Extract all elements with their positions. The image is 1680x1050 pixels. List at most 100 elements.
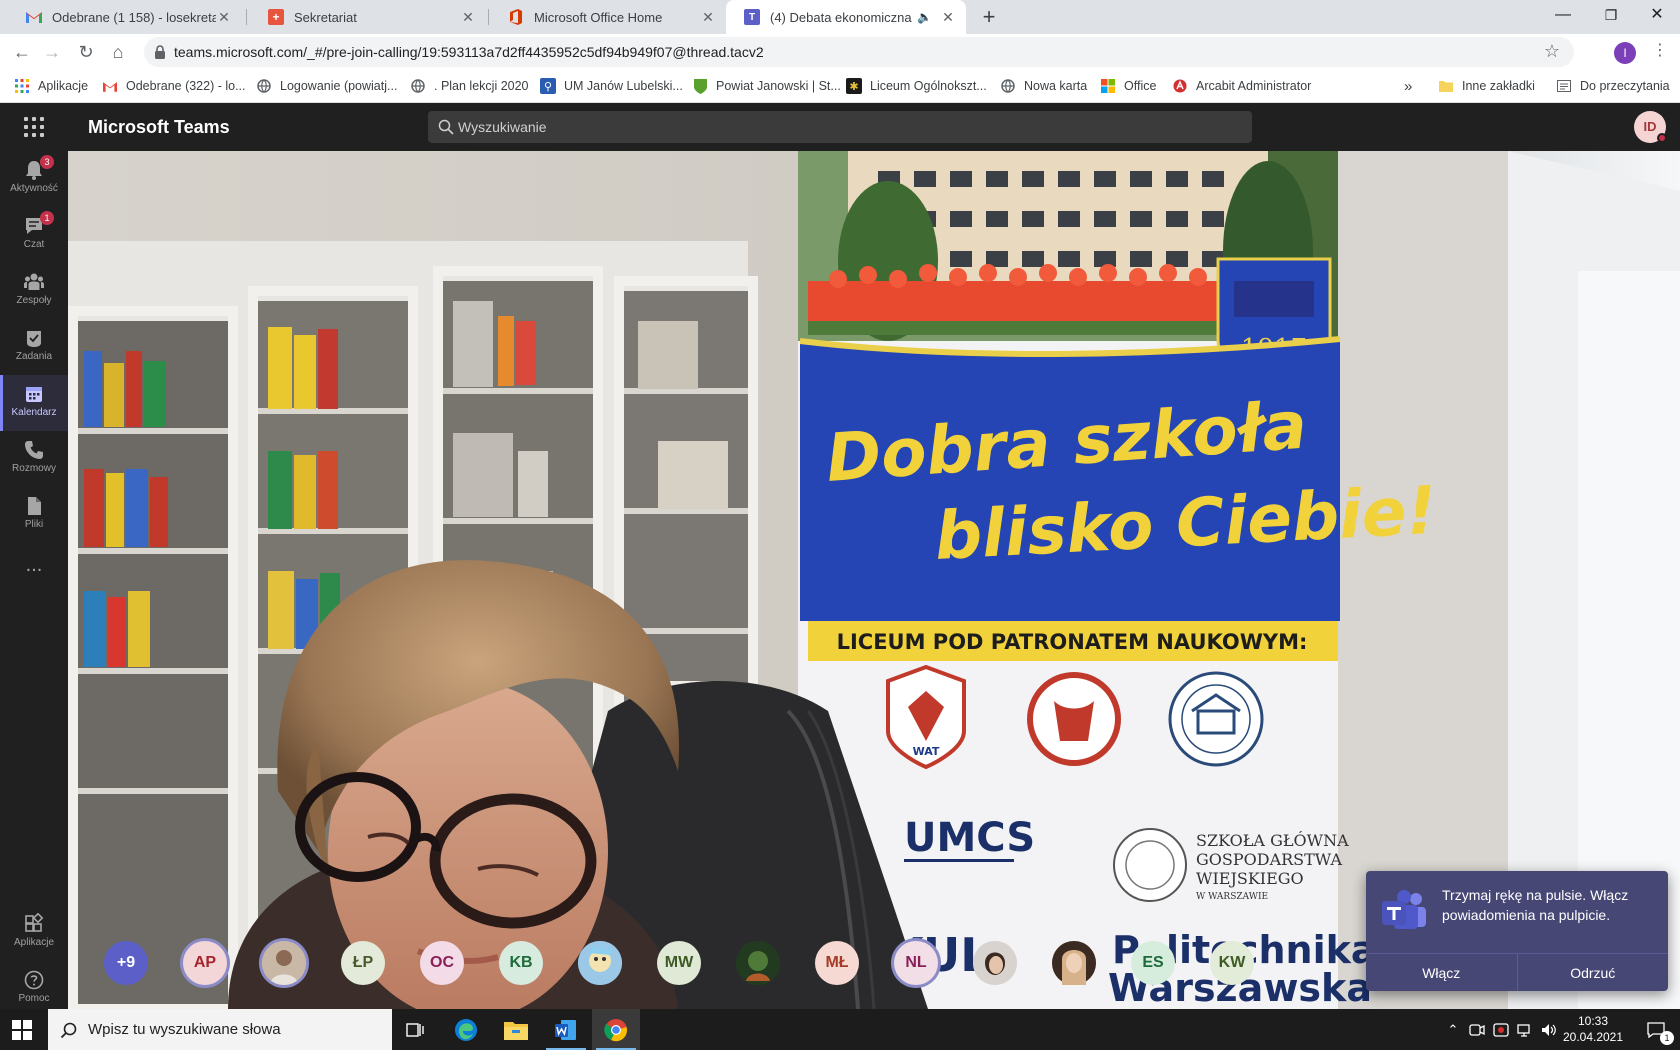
globe-icon — [256, 78, 272, 94]
participant-avatar[interactable]: MW — [657, 941, 701, 985]
profile-avatar[interactable]: I — [1614, 42, 1636, 64]
tab-office[interactable]: Microsoft Office Home ✕ — [490, 0, 726, 34]
search-icon — [438, 119, 454, 135]
bookmark-arcabit[interactable]: Arcabit Administrator — [1172, 70, 1311, 102]
new-tab-button[interactable]: + — [976, 4, 1002, 30]
rail-item-aktywnosc[interactable]: 3 Aktywność — [0, 151, 68, 207]
app-title: Microsoft Teams — [88, 117, 230, 137]
network-icon[interactable] — [1514, 1009, 1536, 1050]
close-tab-icon[interactable]: ✕ — [940, 9, 956, 26]
rail-item-zadania[interactable]: Zadania — [0, 319, 68, 375]
bookmark-nowa-karta[interactable]: Nowa karta — [1000, 70, 1087, 102]
participant-avatar[interactable]: NL — [894, 941, 938, 985]
taskbar-clock[interactable]: 10:33 20.04.2021 — [1556, 1013, 1630, 1045]
school-icon: ✱ — [846, 78, 862, 94]
forward-arrow-icon[interactable]: → — [38, 38, 66, 66]
bookmark-powiat-janowski[interactable]: Powiat Janowski | St... — [692, 70, 841, 102]
task-view-icon[interactable] — [392, 1009, 440, 1050]
bookmark-inne-zakladki[interactable]: Inne zakładki — [1438, 70, 1535, 102]
windows-start-icon[interactable] — [12, 1020, 32, 1040]
participant-avatar[interactable]: AP — [183, 941, 227, 985]
participant-avatar[interactable]: MŁ — [815, 941, 859, 985]
participant-photo[interactable] — [578, 941, 622, 985]
file-icon — [28, 497, 41, 515]
minimize-icon[interactable]: — — [1540, 0, 1586, 30]
bookmark-um-janow[interactable]: ⚲ UM Janów Lubelski... — [540, 70, 683, 102]
app-launcher-icon[interactable] — [24, 117, 44, 137]
edge-icon[interactable] — [442, 1009, 490, 1050]
bookmark-label: Logowanie (powiatj... — [280, 79, 398, 93]
teams-header: Microsoft Teams ID — [0, 103, 1680, 151]
close-tab-icon[interactable]: ✕ — [700, 9, 716, 26]
bookmark-liceum[interactable]: ✱ Liceum Ogólnokszt... — [846, 70, 987, 102]
sggw-line1: SZKOŁA GŁÓWNA — [1196, 830, 1349, 850]
teams-search-box[interactable] — [428, 111, 1252, 143]
action-center-icon[interactable]: 1 — [1636, 1009, 1676, 1050]
reload-icon[interactable]: ↻ — [72, 38, 100, 66]
search-input[interactable] — [458, 111, 1238, 143]
umcs-logo: UMCS — [904, 815, 1035, 862]
back-arrow-icon[interactable]: ← — [8, 38, 36, 66]
tab-teams-active[interactable]: T (4) Debata ekonomiczna w ra 🔈 ✕ — [726, 0, 966, 34]
participant-overflow-button[interactable]: +9 — [104, 941, 148, 985]
participant-avatar[interactable]: KW — [1210, 941, 1254, 985]
rail-item-rozmowy[interactable]: Rozmowy — [0, 431, 68, 487]
rail-label: Kalendarz — [11, 407, 57, 418]
antivirus-icon[interactable] — [1490, 1009, 1512, 1050]
meet-now-icon[interactable] — [1466, 1009, 1488, 1050]
file-explorer-icon[interactable] — [492, 1009, 540, 1050]
home-icon[interactable]: ⌂ — [104, 38, 132, 66]
app-rail: 3 Aktywność 1 Czat Zespoły Zadania Kalen… — [0, 151, 68, 1009]
rail-item-kalendarz[interactable]: Kalendarz — [0, 375, 68, 431]
chrome-icon[interactable] — [592, 1009, 640, 1050]
user-avatar[interactable]: ID — [1634, 111, 1667, 143]
restore-icon[interactable]: ❐ — [1588, 0, 1634, 30]
office-icon — [508, 9, 524, 25]
tray-overflow-icon[interactable]: ⌃ — [1442, 1009, 1464, 1050]
browser-tab-strip: Odebrane (1 158) - losekretariat@ ✕ + Se… — [0, 0, 1680, 34]
tab-gmail[interactable]: Odebrane (1 158) - losekretariat@ ✕ — [8, 0, 242, 34]
rail-item-zespoly[interactable]: Zespoły — [0, 263, 68, 319]
apps-icon — [25, 913, 44, 932]
speaker-icon[interactable]: 🔈 — [917, 10, 932, 24]
sggw-line3: WIEJSKIEGO — [1196, 869, 1304, 888]
wat-logo-text: WAT — [913, 745, 940, 758]
close-tab-icon[interactable]: ✕ — [216, 9, 232, 26]
participant-avatar[interactable]: OC — [420, 941, 464, 985]
bookmark-odebrane[interactable]: Odebrane (322) - lo... — [102, 70, 246, 102]
rail-item-aplikacje[interactable]: Aplikacje — [0, 905, 68, 961]
participant-photo[interactable] — [736, 941, 780, 985]
close-tab-icon[interactable]: ✕ — [460, 9, 476, 26]
more-bookmarks-icon[interactable]: » — [1404, 70, 1412, 102]
rail-item-czat[interactable]: 1 Czat — [0, 207, 68, 263]
participant-avatar[interactable]: ES — [1131, 941, 1175, 985]
rail-item-pliki[interactable]: Pliki — [0, 487, 68, 543]
folder-icon — [1438, 78, 1454, 94]
rail-label: Zespoły — [16, 295, 52, 306]
globe-icon — [1000, 78, 1016, 94]
bookmark-aplikacje[interactable]: Aplikacje — [14, 70, 88, 102]
participant-avatar[interactable]: KB — [499, 941, 543, 985]
participant-photo[interactable] — [973, 941, 1017, 985]
tab-title: (4) Debata ekonomiczna w ra — [770, 9, 913, 25]
participant-photo[interactable] — [1052, 941, 1096, 985]
word-icon[interactable] — [542, 1009, 590, 1050]
participant-photo[interactable] — [262, 941, 306, 985]
bookmark-office[interactable]: Office — [1100, 70, 1156, 102]
bookmark-plan-lekcji[interactable]: . Plan lekcji 2020 — [410, 70, 529, 102]
browser-menu-icon[interactable]: ⋮ — [1652, 40, 1668, 60]
rail-label: Aktywność — [10, 183, 58, 194]
bookmark-star-icon[interactable]: ☆ — [1544, 41, 1560, 62]
rail-item-more[interactable]: ... — [0, 547, 68, 603]
bookmark-do-przeczytania[interactable]: Do przeczytania — [1556, 70, 1670, 102]
dismiss-notifications-button[interactable]: Odrzuć — [1516, 954, 1669, 991]
url-text: teams.microsoft.com/_#/pre-join-calling/… — [174, 44, 764, 60]
enable-notifications-button[interactable]: Włącz — [1366, 954, 1517, 991]
close-window-icon[interactable]: ✕ — [1634, 0, 1680, 30]
tab-sekretariat[interactable]: + Sekretariat ✕ — [250, 0, 486, 34]
taskbar-search-box[interactable]: Wpisz tu wyszukiwane słowa — [48, 1009, 392, 1050]
bookmark-logowanie[interactable]: Logowanie (powiatj... — [256, 70, 397, 102]
gmail-icon — [26, 9, 42, 25]
address-bar[interactable]: teams.microsoft.com/_#/pre-join-calling/… — [144, 37, 1574, 67]
participant-avatar[interactable]: ŁP — [341, 941, 385, 985]
